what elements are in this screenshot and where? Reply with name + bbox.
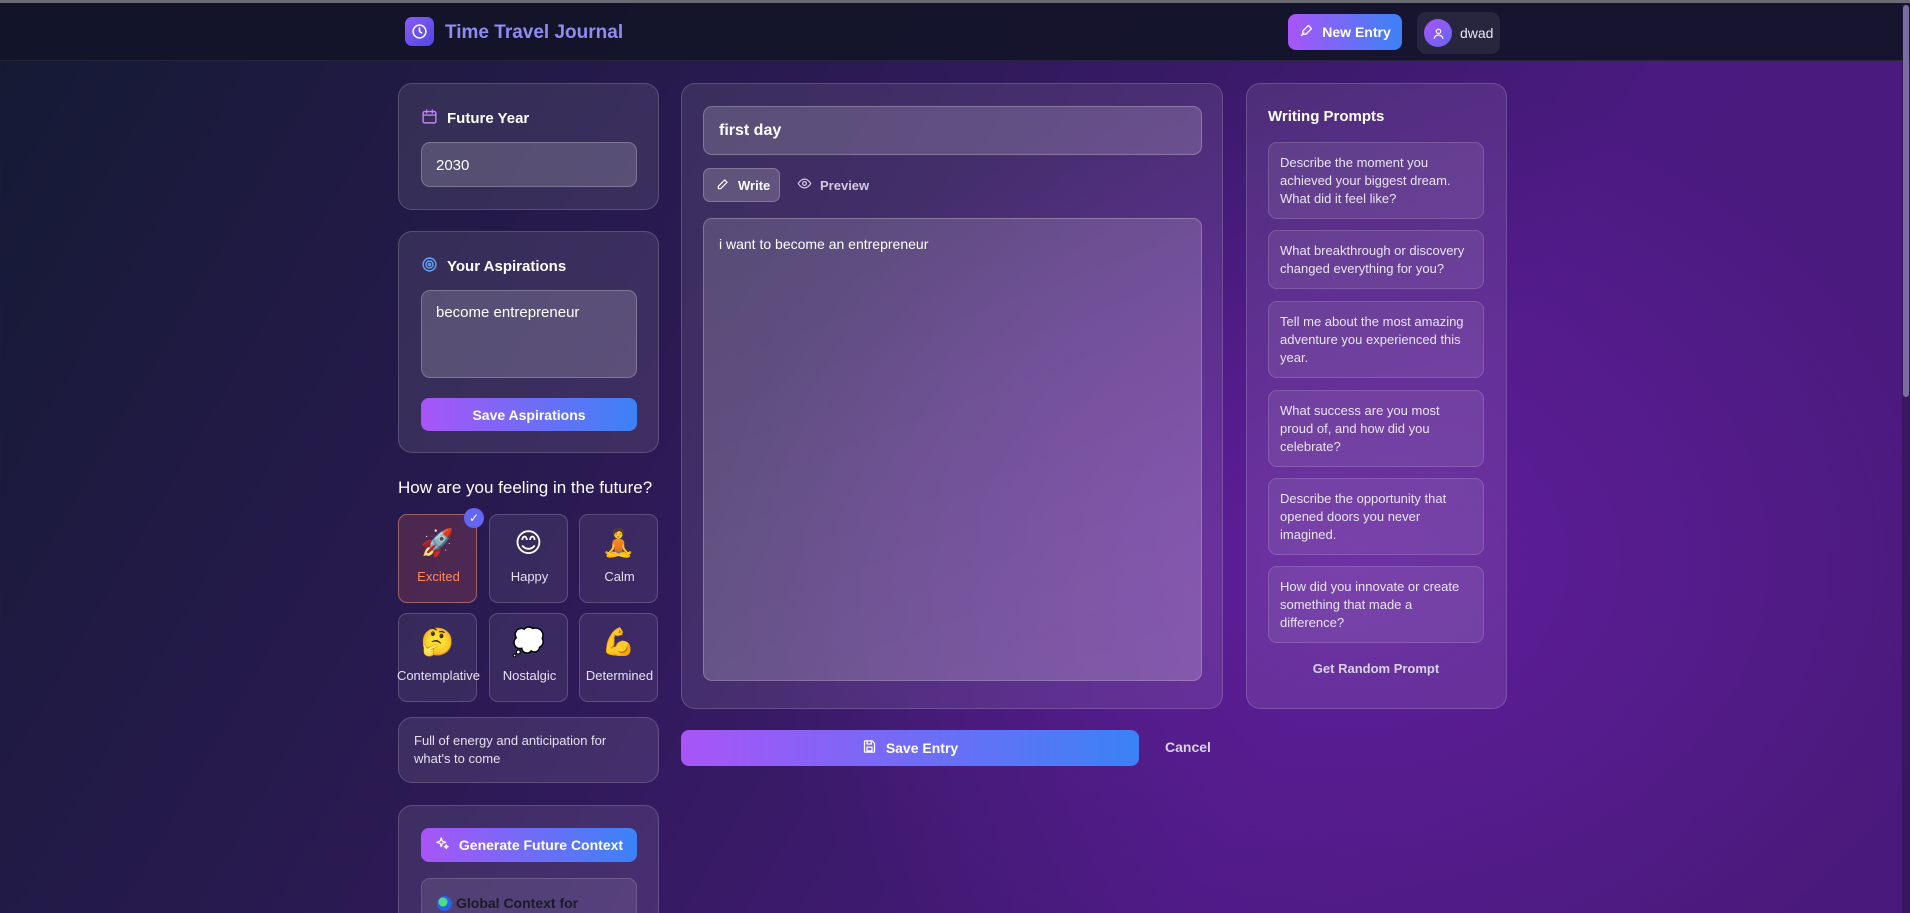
- aspirations-textarea[interactable]: become entrepreneur: [421, 290, 637, 378]
- get-random-prompt-button[interactable]: Get Random Prompt: [1268, 661, 1484, 676]
- entry-title-input[interactable]: first day: [703, 106, 1202, 155]
- prompt-item[interactable]: Describe the moment you achieved your bi…: [1268, 142, 1484, 219]
- username: dwad: [1460, 25, 1494, 41]
- new-entry-button[interactable]: New Entry: [1288, 14, 1402, 50]
- global-context-title-text: Global Context for: [456, 895, 579, 911]
- future-year-title: Future Year: [421, 108, 529, 129]
- avatar: [1424, 19, 1452, 47]
- mood-label: Calm: [604, 569, 635, 584]
- smile-icon: 😊: [514, 528, 543, 558]
- pencil-icon: [716, 177, 730, 194]
- future-year-value: 2030: [436, 157, 470, 174]
- generate-future-context-label: Generate Future Context: [458, 837, 624, 853]
- prompt-item[interactable]: What breakthrough or discovery changed e…: [1268, 230, 1484, 289]
- clock-icon: [405, 17, 434, 46]
- cancel-button[interactable]: Cancel: [1153, 739, 1223, 755]
- globe-icon: [437, 895, 452, 911]
- future-year-title-text: Future Year: [447, 110, 530, 127]
- save-aspirations-label: Save Aspirations: [472, 406, 586, 423]
- save-aspirations-button[interactable]: Save Aspirations: [421, 398, 637, 431]
- sparkles-icon: [435, 836, 450, 854]
- aspirations-value: become entrepreneur: [436, 304, 580, 321]
- rocket-icon: 🚀: [420, 528, 455, 558]
- save-entry-button[interactable]: Save Entry: [681, 730, 1139, 766]
- aspirations-title-text: Your Aspirations: [447, 258, 567, 275]
- global-context-title: Global Context for: [437, 895, 578, 911]
- mood-question: How are you feeling in the future?: [398, 478, 653, 497]
- app-title[interactable]: Time Travel Journal: [445, 22, 623, 44]
- prompt-item[interactable]: Tell me about the most amazing adventure…: [1268, 301, 1484, 378]
- mood-option-determined[interactable]: 💪 Determined: [579, 613, 658, 702]
- tab-preview-label: Preview: [820, 177, 870, 193]
- mood-label: Happy: [510, 569, 549, 584]
- mood-option-happy[interactable]: 😊 Happy: [489, 514, 568, 603]
- mood-label: Determined: [585, 668, 654, 683]
- check-icon: ✓: [464, 508, 484, 528]
- target-icon: [421, 256, 438, 277]
- entry-body-textarea[interactable]: i want to become an entrepreneur: [703, 218, 1202, 681]
- mood-label: Nostalgic: [502, 668, 557, 683]
- scrollbar-thumb[interactable]: [1903, 5, 1909, 397]
- eye-icon: [797, 176, 812, 194]
- thought-bubble-icon: 💭: [511, 627, 546, 657]
- save-disk-icon: [862, 739, 877, 757]
- writing-prompts-title: Writing Prompts: [1268, 108, 1385, 125]
- mood-option-excited[interactable]: 🚀 Excited ✓: [398, 508, 484, 603]
- top-header: Time Travel Journal New Entry dwad: [0, 3, 1910, 61]
- mood-option-calm[interactable]: 🧘 Calm: [579, 514, 658, 603]
- thinking-face-icon: 🤔: [420, 627, 455, 657]
- meditation-icon: 🧘: [601, 528, 636, 558]
- aspirations-title: Your Aspirations: [421, 256, 566, 277]
- user-icon: [1433, 28, 1443, 39]
- new-entry-label: New Entry: [1322, 24, 1391, 40]
- future-year-input[interactable]: 2030: [421, 142, 637, 187]
- mood-description: Full of energy and anticipation for what…: [398, 717, 659, 783]
- prompt-item[interactable]: Describe the opportunity that opened doo…: [1268, 478, 1484, 555]
- flexed-biceps-icon: 💪: [601, 627, 636, 657]
- pen-nib-icon: [1299, 23, 1314, 41]
- save-entry-label: Save Entry: [885, 740, 959, 756]
- tab-write-label: Write: [738, 177, 771, 193]
- generate-future-context-button[interactable]: Generate Future Context: [421, 828, 637, 862]
- tab-write[interactable]: Write: [703, 168, 780, 202]
- user-menu-button[interactable]: dwad: [1417, 12, 1500, 54]
- mood-label: Excited: [417, 569, 460, 584]
- tab-preview[interactable]: Preview: [793, 168, 883, 202]
- entry-body-value: i want to become an entrepreneur: [719, 236, 929, 252]
- mood-label: Contemplative: [396, 668, 481, 683]
- mood-option-nostalgic[interactable]: 💭 Nostalgic: [489, 613, 568, 702]
- prompt-item[interactable]: How did you innovate or create something…: [1268, 566, 1484, 643]
- entry-title-value: first day: [719, 122, 782, 139]
- mood-option-contemplative[interactable]: 🤔 Contemplative: [397, 613, 480, 702]
- calendar-icon: [421, 108, 438, 129]
- prompt-item[interactable]: What success are you most proud of, and …: [1268, 390, 1484, 467]
